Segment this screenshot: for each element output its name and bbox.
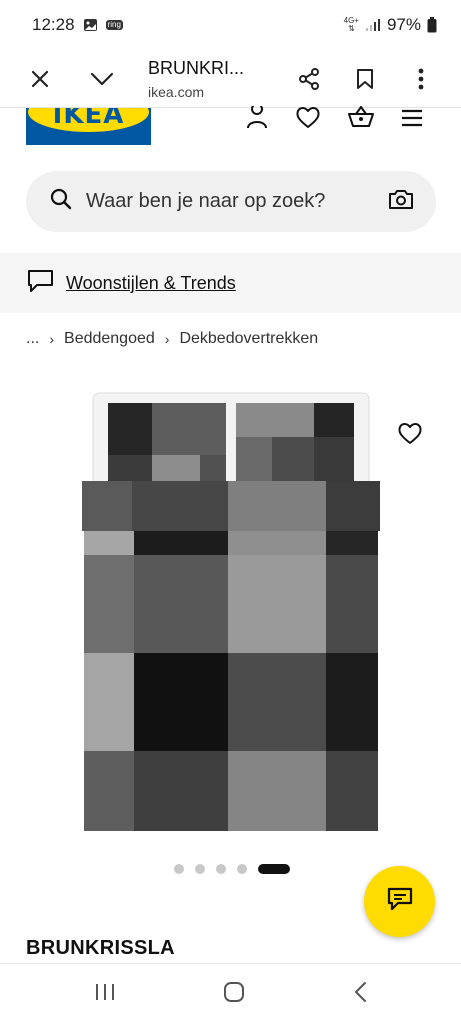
signal-icon [365, 18, 381, 32]
product-name: BRUNKRISSLA [26, 937, 175, 959]
gallery-icon [83, 18, 98, 32]
back-icon[interactable] [353, 981, 367, 1008]
product-image[interactable] [0, 375, 461, 855]
logo-text: IKEA [52, 108, 125, 130]
battery-icon [427, 17, 437, 33]
home-icon[interactable] [223, 981, 245, 1008]
profile-icon[interactable] [245, 102, 269, 135]
network-indicator: 4G+ ⇅ [343, 16, 359, 33]
carousel-dot-active[interactable] [258, 864, 290, 874]
chat-bubble-icon [27, 269, 54, 298]
bookmark-icon[interactable] [345, 59, 385, 99]
carousel-dot[interactable] [237, 864, 247, 874]
page-domain: ikea.com [148, 83, 205, 100]
add-to-wishlist-heart-icon[interactable] [397, 422, 423, 451]
ring-app-icon: ring [105, 20, 123, 30]
more-options-icon[interactable] [401, 59, 441, 99]
status-time: 12:28 [32, 15, 75, 34]
menu-icon[interactable] [401, 108, 423, 133]
chat-icon [387, 887, 413, 916]
chevron-right-icon: › [164, 331, 170, 347]
camera-icon[interactable] [388, 188, 414, 215]
search-input[interactable]: Waar ben je naar op zoek? [86, 190, 388, 213]
chat-button[interactable] [364, 866, 435, 937]
search-bar[interactable]: Waar ben je naar op zoek? [26, 171, 436, 232]
trends-banner[interactable]: Woonstijlen & Trends [0, 253, 461, 313]
site-header: IKEA [0, 102, 461, 158]
trends-link[interactable]: Woonstijlen & Trends [66, 273, 236, 294]
close-icon[interactable] [20, 59, 60, 99]
basket-icon[interactable] [347, 104, 375, 135]
heart-icon[interactable] [295, 106, 321, 135]
battery-percent: 97% [386, 15, 421, 34]
ikea-logo[interactable]: IKEA [26, 108, 151, 145]
chevron-right-icon: › [49, 331, 55, 347]
recent-apps-icon[interactable] [94, 982, 116, 1007]
status-bar: 12:28 ring 4G+ ⇅ 97% [0, 0, 461, 50]
chevron-down-icon[interactable] [82, 59, 122, 99]
breadcrumb-item[interactable]: Beddengoed [64, 330, 155, 348]
share-icon[interactable] [289, 59, 329, 99]
browser-toolbar: BRUNKRI... ikea.com [0, 50, 461, 108]
page-title: BRUNKRI... [148, 57, 245, 78]
carousel-dot[interactable] [195, 864, 205, 874]
search-icon[interactable] [50, 188, 72, 215]
carousel-indicators [174, 864, 290, 874]
breadcrumb-ellipsis[interactable]: ... [26, 330, 39, 348]
breadcrumb: ... › Beddengoed › Dekbedovertrekken [26, 330, 318, 348]
carousel-dot[interactable] [174, 864, 184, 874]
carousel-dot[interactable] [216, 864, 226, 874]
system-nav-bar [0, 963, 461, 1024]
breadcrumb-item[interactable]: Dekbedovertrekken [179, 330, 318, 348]
page-title-block[interactable]: BRUNKRI... ikea.com [148, 58, 268, 100]
